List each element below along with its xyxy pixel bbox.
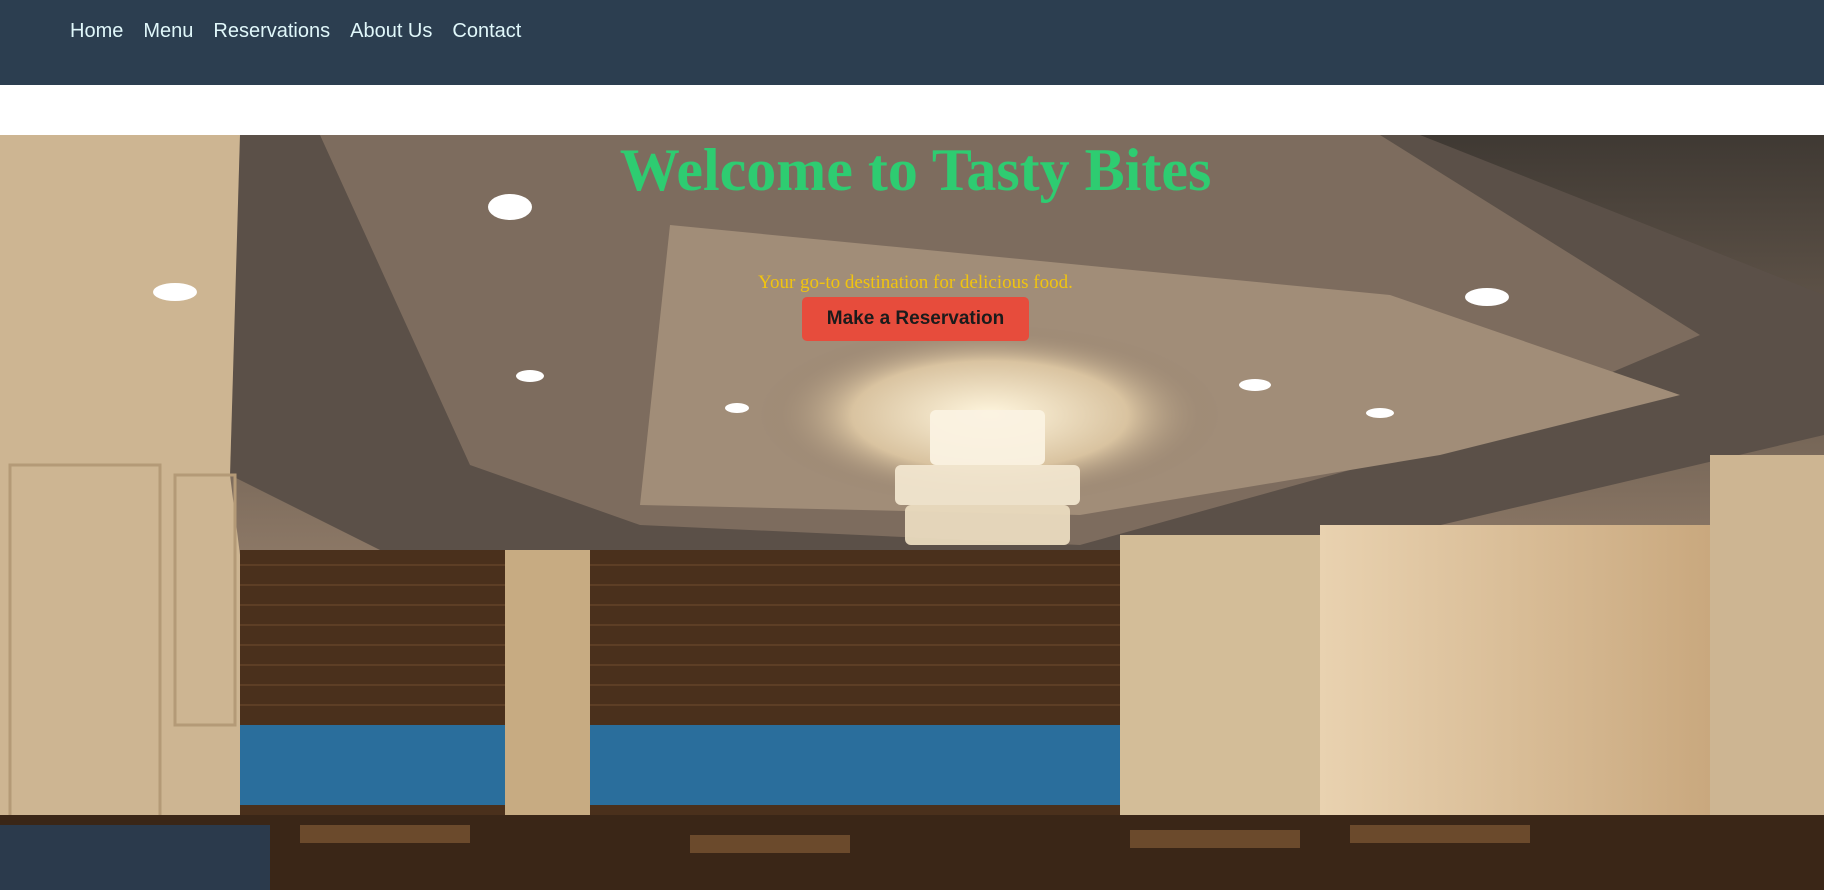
nav-link-about-us[interactable]: About Us	[350, 20, 432, 43]
hero-title: Welcome to Tasty Bites	[619, 137, 1212, 203]
nav-link-home[interactable]: Home	[70, 20, 123, 43]
make-reservation-button[interactable]: Make a Reservation	[802, 297, 1029, 341]
nav-link-menu[interactable]: Menu	[143, 20, 193, 43]
restaurant-interior-image	[0, 135, 1824, 890]
hero-subtitle: Your go-to destination for delicious foo…	[758, 272, 1073, 293]
top-navbar: Home Menu Reservations About Us Contact	[0, 0, 1824, 85]
nav-link-contact[interactable]: Contact	[452, 20, 521, 43]
nav-link-reservations[interactable]: Reservations	[213, 20, 330, 43]
hero-section: Welcome to Tasty Bites Your go-to destin…	[0, 135, 1824, 890]
main-nav: Home Menu Reservations About Us Contact	[70, 20, 521, 43]
